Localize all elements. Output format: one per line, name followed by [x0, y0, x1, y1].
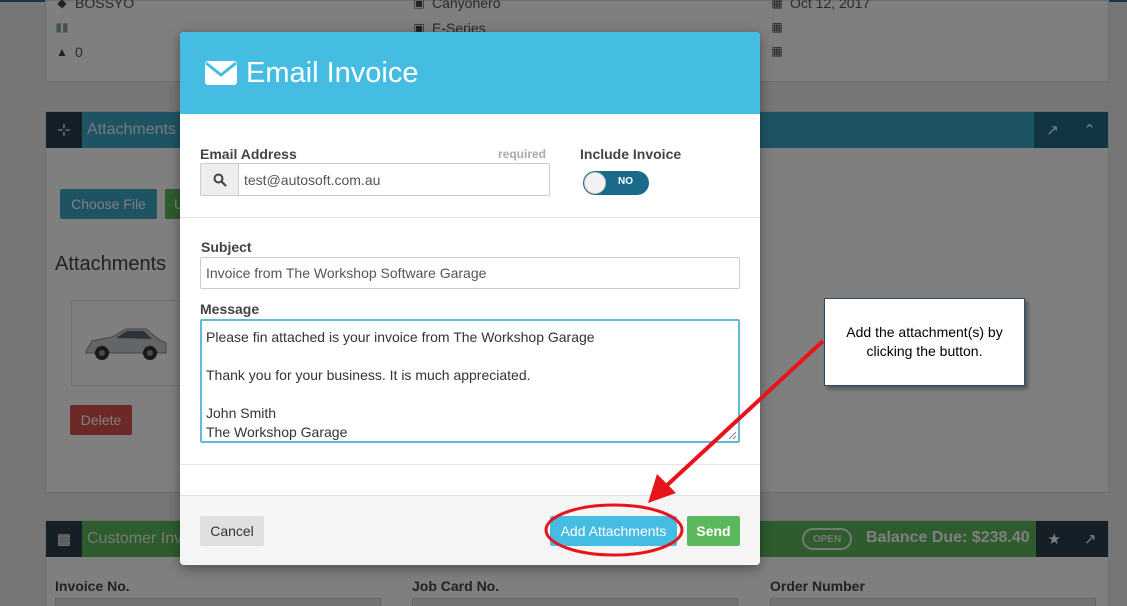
modal-title: Email Invoice	[246, 56, 419, 89]
toggle-knob	[584, 172, 606, 194]
subject-field[interactable]: Invoice from The Workshop Software Garag…	[200, 257, 740, 289]
message-line: John Smith	[206, 405, 277, 421]
callout-line: Add the attachment(s) by	[846, 324, 1003, 340]
email-value[interactable]: test@autosoft.com.au	[239, 164, 549, 195]
divider	[180, 217, 760, 218]
callout-line: clicking the button.	[866, 343, 983, 359]
divider	[180, 464, 760, 465]
email-field[interactable]: test@autosoft.com.au	[200, 163, 550, 196]
message-line: Please fin attached is your invoice from…	[206, 329, 595, 345]
cancel-button[interactable]: Cancel	[200, 516, 264, 546]
email-address-label: Email Address	[200, 146, 297, 162]
message-textarea[interactable]: Please fin attached is your invoice from…	[200, 319, 740, 443]
message-label: Message	[200, 301, 260, 317]
subject-label: Subject	[201, 239, 252, 255]
email-invoice-modal: Email Invoice Email Address required tes…	[180, 32, 760, 565]
message-line	[206, 385, 738, 404]
include-invoice-toggle[interactable]: NO	[583, 171, 649, 195]
search-icon	[201, 164, 239, 195]
instruction-callout: Add the attachment(s) by clicking the bu…	[824, 298, 1025, 386]
required-hint: required	[498, 147, 547, 161]
envelope-icon	[205, 61, 237, 85]
message-line	[206, 347, 738, 366]
add-attachments-button[interactable]: Add Attachments	[550, 516, 677, 546]
resize-handle-icon[interactable]	[728, 431, 737, 440]
modal-header: Email Invoice	[180, 32, 760, 114]
include-invoice-label: Include Invoice	[580, 146, 682, 162]
message-line: Thank you for your business. It is much …	[206, 367, 531, 383]
send-button[interactable]: Send	[687, 516, 740, 546]
modal-footer: Cancel Add Attachments Send	[180, 495, 760, 565]
message-line: The Workshop Garage	[206, 424, 348, 440]
toggle-state: NO	[618, 176, 633, 187]
